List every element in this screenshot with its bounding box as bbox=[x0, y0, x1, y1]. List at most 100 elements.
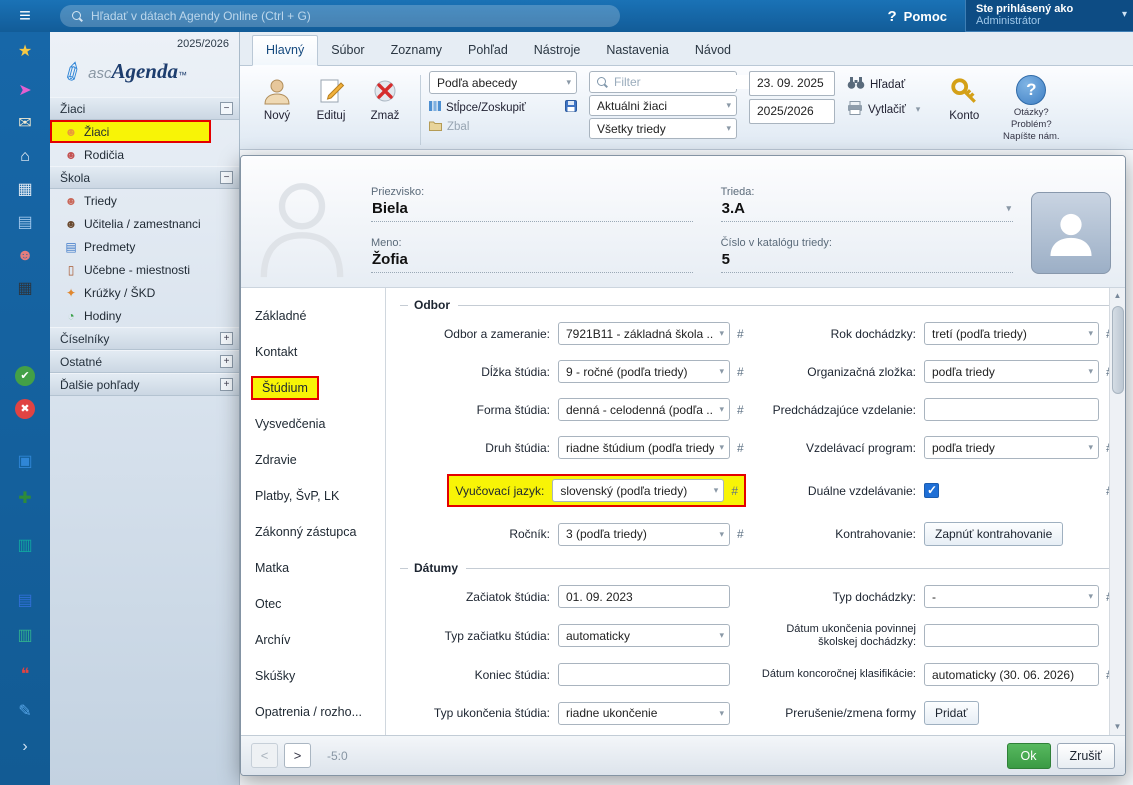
calendar-icon[interactable]: ▦ bbox=[0, 178, 50, 202]
collapse-icon[interactable]: − bbox=[220, 171, 233, 184]
typ-zaciatku-studia-select[interactable]: automaticky bbox=[558, 624, 730, 647]
sidebar-item-rodicia[interactable]: ☻Rodičia bbox=[50, 143, 239, 166]
pen-icon[interactable]: ✎ bbox=[0, 700, 50, 724]
shield-icon[interactable]: ✚ bbox=[0, 487, 50, 511]
typ-dochadzky-select[interactable]: - bbox=[924, 585, 1099, 608]
hash-link[interactable]: # bbox=[737, 403, 744, 417]
columns-group-button[interactable]: Stĺpce/Zoskupiť bbox=[429, 98, 577, 117]
chart-icon[interactable]: ▥ bbox=[0, 534, 50, 558]
sidebar-item-ucitelia-zamestnanci[interactable]: ☻Učitelia / zamestnanci bbox=[50, 212, 239, 235]
dlzka-studia-select[interactable]: 9 - ročné (podľa triedy) bbox=[558, 360, 730, 383]
dialog-tab-archiv[interactable]: Archív bbox=[241, 622, 385, 658]
sidebar-item-skola-group[interactable]: Škola− bbox=[50, 166, 239, 189]
vyucovaci-jazyk-select[interactable]: slovenský (podľa triedy) bbox=[552, 479, 724, 502]
dart-icon[interactable]: ➤ bbox=[0, 79, 50, 103]
datum-koncorocnej-klasifikacie-input[interactable] bbox=[924, 663, 1099, 686]
tab-pohlad[interactable]: Pohľad bbox=[455, 36, 521, 65]
briefcase-icon[interactable]: ▣ bbox=[0, 450, 50, 474]
help-button[interactable]: ? Pomoc bbox=[887, 8, 947, 25]
hash-link[interactable]: # bbox=[737, 441, 744, 455]
dialog-tab-matka[interactable]: Matka bbox=[241, 550, 385, 586]
tab-zoznamy[interactable]: Zoznamy bbox=[378, 36, 455, 65]
new-button[interactable]: Nový bbox=[250, 71, 304, 149]
sidebar-item-ucebne-miestnosti[interactable]: ▯Učebne - miestnosti bbox=[50, 258, 239, 281]
expand-icon[interactable]: + bbox=[220, 378, 233, 391]
menu-icon[interactable]: ≡ bbox=[0, 0, 50, 32]
expand-icon[interactable]: + bbox=[220, 355, 233, 368]
expand-icon[interactable]: + bbox=[220, 332, 233, 345]
find-button[interactable]: Hľadať bbox=[847, 75, 920, 94]
zapnut-kontrahovanie-button[interactable]: Zapnúť kontrahovanie bbox=[924, 522, 1063, 546]
student-photo-placeholder[interactable] bbox=[1031, 192, 1111, 274]
zaciatok-studia-input[interactable] bbox=[558, 585, 730, 608]
approve-icon[interactable]: ✔ bbox=[15, 366, 35, 386]
datum-ukoncenia-povinnej-input[interactable] bbox=[924, 624, 1099, 647]
organizacna-zlozka-select[interactable]: podľa triedy bbox=[924, 360, 1099, 383]
collapse-button[interactable]: Zbal bbox=[429, 117, 577, 136]
sidebar-item-ziaci-group[interactable]: Žiaci− bbox=[50, 97, 239, 120]
catalog-number-value[interactable]: 5 bbox=[721, 250, 1013, 273]
tab-nastavenia[interactable]: Nastavenia bbox=[593, 36, 682, 65]
book-icon[interactable]: ▤ bbox=[0, 211, 50, 235]
dialog-scrollbar[interactable] bbox=[1109, 288, 1125, 735]
vzdelavaci-program-select[interactable]: podľa triedy bbox=[924, 436, 1099, 459]
sidebar-item-ciselniky[interactable]: Číselníky+ bbox=[50, 327, 239, 350]
rok-dochadzky-select[interactable]: tretí (podľa triedy) bbox=[924, 322, 1099, 345]
next-record-button[interactable]: > bbox=[284, 743, 311, 768]
predchadzajuce-vzdelanie-input[interactable] bbox=[924, 398, 1099, 421]
pridat-button[interactable]: Pridať bbox=[924, 701, 979, 725]
cancel-button[interactable]: Zrušiť bbox=[1057, 743, 1115, 769]
date-field[interactable]: 23. 09. 2025 bbox=[749, 71, 835, 96]
dualne-vzdelavanie-checkbox[interactable] bbox=[924, 483, 939, 498]
hash-link[interactable]: # bbox=[737, 327, 744, 341]
tab-navod[interactable]: Návod bbox=[682, 36, 744, 65]
ok-button[interactable]: Ok bbox=[1007, 743, 1051, 769]
tab-nastroje[interactable]: Nástroje bbox=[521, 36, 594, 65]
sidebar-item-ostatne[interactable]: Ostatné+ bbox=[50, 350, 239, 373]
hash-link[interactable]: # bbox=[731, 484, 738, 498]
druh-studia-select[interactable]: riadne štúdium (podľa triedy) bbox=[558, 436, 730, 459]
sidebar-item-predmety[interactable]: ▤Predmety bbox=[50, 235, 239, 258]
scroll-up-icon[interactable] bbox=[1110, 288, 1126, 304]
tab-hlavny[interactable]: Hlavný bbox=[252, 35, 318, 66]
sidebar-item-triedy[interactable]: ☻Triedy bbox=[50, 189, 239, 212]
koniec-studia-input[interactable] bbox=[558, 663, 730, 686]
prev-record-button[interactable]: < bbox=[251, 743, 278, 768]
sidebar-item-hodiny[interactable]: ◔Hodiny bbox=[50, 304, 239, 327]
hash-link[interactable]: # bbox=[737, 365, 744, 379]
odbor-a-zameranie-select[interactable]: 7921B11 - základná škola ... bbox=[558, 322, 730, 345]
mail-icon[interactable]: ✉ bbox=[0, 112, 50, 136]
signed-in-box[interactable]: Ste prihlásený ako Administrátor bbox=[965, 0, 1133, 32]
dialog-tab-otec[interactable]: Otec bbox=[241, 586, 385, 622]
surname-value[interactable]: Biela bbox=[371, 199, 693, 222]
scroll-down-icon[interactable] bbox=[1110, 719, 1126, 735]
classes-filter-select[interactable]: Všetky triedy bbox=[589, 118, 737, 139]
save-disk-icon[interactable] bbox=[565, 100, 577, 115]
library-icon[interactable]: ▤ bbox=[0, 589, 50, 613]
filter-input[interactable] bbox=[614, 75, 769, 89]
global-search-input[interactable] bbox=[91, 9, 608, 23]
calculator-icon[interactable]: ▦ bbox=[0, 277, 50, 301]
class-select[interactable]: 3.A bbox=[721, 199, 1013, 222]
star-icon[interactable]: ★ bbox=[0, 40, 50, 64]
dialog-tab-zdravie[interactable]: Zdravie bbox=[241, 442, 385, 478]
dialog-tab-zakonny-zastupca[interactable]: Zákonný zástupca bbox=[241, 514, 385, 550]
sidebar-item-kruzky-skd[interactable]: ✦Krúžky / ŠKD bbox=[50, 281, 239, 304]
sort-select[interactable]: Podľa abecedy bbox=[429, 71, 577, 94]
alert-icon[interactable]: ✖ bbox=[15, 399, 35, 419]
account-button[interactable]: Konto bbox=[932, 71, 996, 149]
delete-button[interactable]: Zmaž bbox=[358, 71, 412, 149]
chat-icon[interactable]: ❝ bbox=[0, 663, 50, 687]
people-icon[interactable]: ☻ bbox=[0, 244, 50, 268]
rocnik-select[interactable]: 3 (podľa triedy) bbox=[558, 523, 730, 546]
print-button[interactable]: Vytlačiť bbox=[847, 100, 920, 119]
collapse-icon[interactable]: − bbox=[220, 102, 233, 115]
scroll-thumb[interactable] bbox=[1112, 306, 1124, 394]
expand-icon[interactable]: › bbox=[0, 735, 50, 759]
pupils-filter-select[interactable]: Aktuálni žiaci bbox=[589, 95, 737, 116]
document-icon[interactable]: ▥ bbox=[0, 624, 50, 648]
dialog-tab-platby-svp-lk[interactable]: Platby, ŠvP, LK bbox=[241, 478, 385, 514]
dialog-tab-studium[interactable]: Štúdium bbox=[241, 370, 385, 406]
dialog-tab-zakladne[interactable]: Základné bbox=[241, 298, 385, 334]
firstname-value[interactable]: Žofia bbox=[371, 250, 693, 273]
